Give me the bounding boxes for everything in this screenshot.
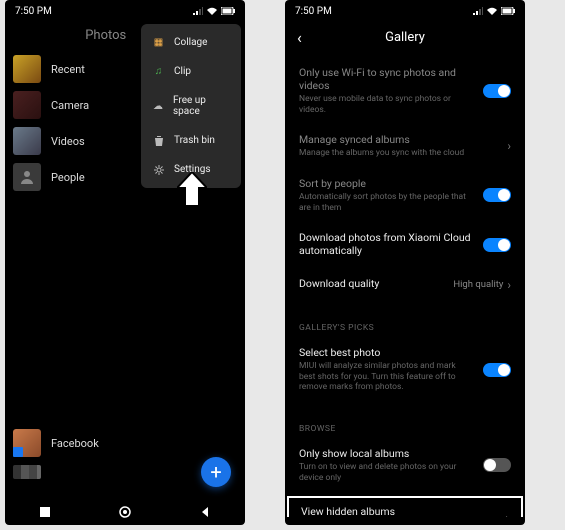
settings-list[interactable]: Only use Wi-Fi to sync photos and videos… (285, 57, 525, 517)
nav-back-icon[interactable] (199, 506, 211, 518)
status-time: 7:50 PM (295, 6, 332, 17)
signal-icon (473, 7, 483, 15)
section-browse: BROWSE (299, 424, 511, 434)
album-label: Recent (51, 63, 85, 76)
menu-label: Free up space (173, 95, 229, 117)
gallery-settings-screen: 7:50 PM ‹ Gallery Only use Wi-Fi to sync… (285, 0, 525, 525)
chevron-right-icon: › (505, 511, 509, 517)
wifi-icon (207, 7, 217, 15)
tab-photos[interactable]: Photos (85, 28, 126, 43)
row-download-quality[interactable]: Download quality High quality › (299, 268, 511, 301)
overflow-menu: ▦ Collage ♫ Clip ☁ Free up space Trash b… (141, 24, 241, 188)
annotation-arrow-icon (177, 172, 207, 206)
wifi-icon (487, 7, 497, 15)
section-gallerys-picks: GALLERY'S PICKS (299, 323, 511, 333)
menu-clip[interactable]: ♫ Clip (141, 57, 241, 86)
album-facebook[interactable]: Facebook (13, 429, 237, 457)
row-select-best-photo[interactable]: Select best photo MIUI will analyze simi… (299, 337, 511, 402)
back-button[interactable]: ‹ (297, 28, 302, 47)
battery-icon (221, 7, 235, 15)
setting-subtitle: Turn on to view and delete photos on you… (299, 462, 473, 483)
album-thumb (13, 55, 41, 83)
menu-label: Trash bin (174, 135, 215, 146)
toggle-switch[interactable] (483, 363, 511, 377)
menu-collage[interactable]: ▦ Collage (141, 28, 241, 57)
add-fab-button[interactable]: + (201, 457, 231, 487)
toggle-switch[interactable] (483, 458, 511, 472)
menu-trash-bin[interactable]: Trash bin (141, 126, 241, 155)
setting-title: Select best photo (299, 346, 473, 359)
album-thumb (13, 127, 41, 155)
cloud-icon: ☁ (153, 101, 163, 112)
chevron-right-icon: › (507, 139, 511, 153)
setting-title: Manage synced albums (299, 133, 497, 146)
status-icons (193, 7, 235, 15)
album-thumb (13, 429, 41, 457)
battery-icon (501, 7, 515, 15)
setting-subtitle: Manage the albums you sync with the clou… (299, 148, 497, 159)
status-icons (473, 7, 515, 15)
album-thumb (13, 163, 41, 191)
album-label: Camera (51, 99, 89, 112)
menu-free-up-space[interactable]: ☁ Free up space (141, 86, 241, 126)
row-download-auto[interactable]: Download photos from Xiaomi Cloud automa… (299, 222, 511, 268)
row-only-local-albums[interactable]: Only show local albums Turn on to view a… (299, 438, 511, 492)
setting-title: Only use Wi-Fi to sync photos and videos (299, 66, 473, 92)
nav-bar (5, 499, 245, 525)
setting-title: Sort by people (299, 177, 473, 190)
status-bar: 7:50 PM (285, 0, 525, 22)
collage-icon: ▦ (153, 37, 164, 48)
setting-title: Download photos from Xiaomi Cloud automa… (299, 231, 473, 257)
toggle-switch[interactable] (483, 188, 511, 202)
setting-value: High quality (453, 279, 503, 290)
nav-home-icon[interactable] (118, 505, 132, 519)
toggle-switch[interactable] (483, 238, 511, 252)
person-icon (18, 168, 36, 186)
setting-subtitle: Never use mobile data to sync photos or … (299, 94, 473, 115)
album-thumb (13, 465, 41, 479)
status-time: 7:50 PM (15, 6, 52, 17)
page-title: Gallery (285, 30, 525, 45)
photos-app-screen: 7:50 PM Photos A Recent Camera Videos Pe… (5, 0, 245, 525)
music-icon: ♫ (153, 66, 164, 77)
settings-header: ‹ Gallery (285, 22, 525, 57)
album-label: Videos (51, 135, 85, 148)
setting-title: Only show local albums (299, 447, 473, 460)
album-thumb (13, 91, 41, 119)
nav-recents-icon[interactable] (39, 506, 51, 518)
toggle-switch[interactable] (483, 84, 511, 98)
annotation-highlight: View hidden albums View hidden albums › (287, 496, 523, 517)
album-label: Facebook (51, 437, 99, 450)
status-bar: 7:50 PM (5, 0, 245, 22)
row-manage-synced[interactable]: Manage synced albums Manage the albums y… (299, 124, 511, 168)
menu-label: Collage (174, 37, 207, 48)
row-wifi-sync[interactable]: Only use Wi-Fi to sync photos and videos… (299, 57, 511, 124)
chevron-right-icon: › (507, 278, 511, 292)
trash-icon (153, 135, 164, 146)
plus-icon: + (210, 460, 221, 484)
row-sort-by-people[interactable]: Sort by people Automatically sort photos… (299, 168, 511, 222)
menu-label: Clip (174, 66, 191, 77)
gear-icon (153, 164, 164, 175)
setting-subtitle: Automatically sort photos by the people … (299, 192, 473, 213)
setting-title: Download quality (299, 277, 443, 290)
setting-subtitle: MIUI will analyze similar photos and mar… (299, 361, 473, 393)
setting-title: View hidden albums (301, 505, 495, 517)
row-view-hidden-albums[interactable]: View hidden albums View hidden albums › (301, 498, 509, 517)
signal-icon (193, 7, 203, 15)
album-label: People (51, 171, 85, 184)
